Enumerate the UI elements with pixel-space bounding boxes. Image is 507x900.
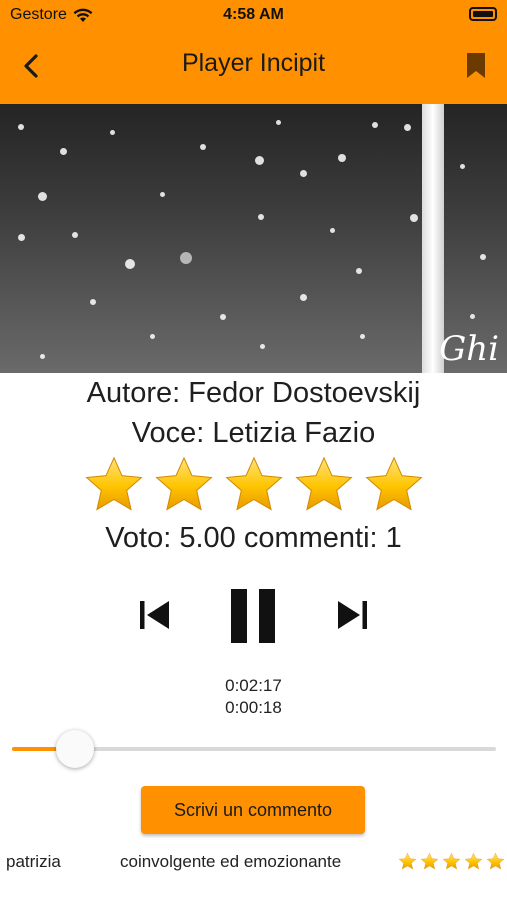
- battery-icon: [469, 7, 497, 21]
- video-player[interactable]: Ghi: [0, 104, 507, 373]
- progress-slider[interactable]: [12, 730, 496, 768]
- star-icon: [364, 456, 423, 511]
- elapsed-time: 0:00:18: [225, 698, 282, 717]
- voice-line: Voce: Letizia Fazio: [131, 417, 376, 449]
- previous-button[interactable]: [135, 595, 175, 635]
- playback-controls: [0, 585, 507, 645]
- skip-next-icon: [338, 601, 367, 629]
- star-icon: [294, 456, 353, 511]
- comment-text: coinvolgente ed emozionante: [120, 852, 342, 871]
- comment-row: patrizia coinvolgente ed emozionante: [0, 852, 507, 876]
- star-icon: [84, 456, 143, 511]
- skip-previous-icon: [140, 601, 169, 629]
- star-icon: [486, 852, 505, 870]
- star-icon: [420, 852, 439, 870]
- status-bar: Gestore 4:58 AM: [0, 0, 507, 32]
- progress-thumb[interactable]: [56, 730, 95, 768]
- star-icon: [464, 852, 483, 870]
- total-time: 0:02:17: [225, 676, 282, 695]
- bookmark-button[interactable]: [465, 52, 487, 80]
- star-icon: [442, 852, 461, 870]
- write-comment-button[interactable]: Scrivi un commento: [141, 786, 365, 834]
- next-button[interactable]: [332, 595, 372, 635]
- page-title: Player Incipit: [181, 49, 326, 77]
- bookmark-icon: [467, 53, 485, 78]
- pause-icon: [231, 589, 275, 643]
- pause-button[interactable]: [225, 585, 281, 645]
- status-time: 4:58 AM: [223, 6, 284, 23]
- video-signature: Ghi: [439, 329, 499, 369]
- comment-user: patrizia: [6, 852, 61, 871]
- rating-summary: Voto: 5.00 commenti: 1: [105, 522, 402, 554]
- star-icon: [154, 456, 213, 511]
- app-bar: Gestore 4:58 AM Player Incipit: [0, 0, 507, 104]
- star-icon: [224, 456, 283, 511]
- rating-stars: [0, 454, 507, 516]
- star-icon: [398, 852, 417, 870]
- author-line: Autore: Fedor Dostoevskij: [86, 377, 421, 409]
- comment-rating-stars: [398, 852, 505, 871]
